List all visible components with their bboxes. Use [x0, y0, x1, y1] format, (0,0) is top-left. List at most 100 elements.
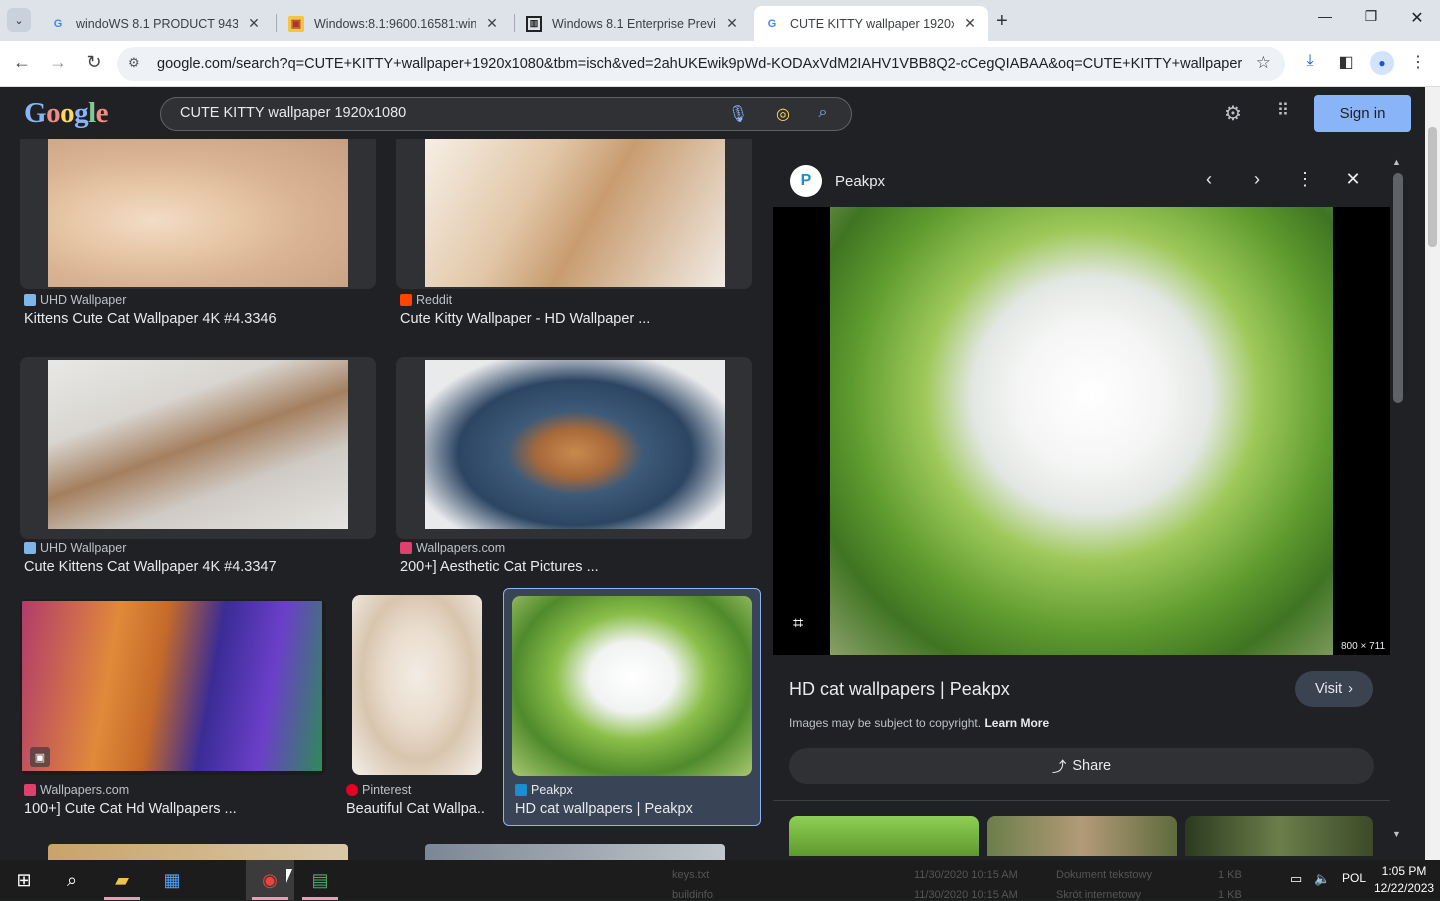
result-title[interactable]: Cute Kitty Wallpaper - HD Wallpaper ... [400, 311, 740, 327]
settings-gear-icon[interactable]: ⚙ [1221, 101, 1245, 126]
kitten-thumbnail[interactable] [48, 360, 348, 529]
google-logo[interactable]: Google [24, 97, 109, 130]
bookmark-star-icon[interactable]: ☆ [1256, 53, 1271, 73]
page-scrollbar-thumb[interactable] [1428, 127, 1437, 247]
favicon-icon [24, 542, 36, 554]
kitten-thumbnail[interactable] [512, 596, 752, 776]
kitten-thumbnail[interactable] [425, 360, 725, 529]
scroll-up-icon[interactable]: ▲ [1392, 157, 1401, 167]
mouse-cursor-icon [286, 869, 292, 883]
result-card-selected[interactable]: Peakpx HD cat wallpapers | Peakpx [503, 588, 761, 826]
restore-icon[interactable]: ❐ [1348, 8, 1394, 25]
search-input[interactable] [180, 105, 700, 121]
tab-3[interactable]: ▥ Windows 8.1 Enterprise Previe ✕ [516, 6, 750, 41]
related-image[interactable] [987, 816, 1177, 856]
result-title[interactable]: Cute Kittens Cat Wallpaper 4K #4.3347 [24, 559, 364, 575]
next-icon[interactable]: › [1245, 169, 1269, 190]
microphone-icon[interactable]: 🎙 [727, 104, 749, 124]
previous-icon[interactable]: ‹ [1197, 169, 1221, 190]
result-card[interactable]: Wallpapers.com 200+] Aesthetic Cat Pictu… [396, 357, 752, 577]
tab-title: windoWS 8.1 PRODUCT 9431 - [76, 16, 238, 31]
result-title[interactable]: HD cat wallpapers | Peakpx [515, 801, 755, 817]
start-windows-icon[interactable]: ⊞ [0, 860, 48, 900]
clock[interactable]: 1:05 PM 12/22/2023 [1374, 863, 1434, 897]
download-icon[interactable]: ⤓ [1298, 52, 1322, 70]
url-text[interactable]: google.com/search?q=CUTE+KITTY+wallpaper… [157, 56, 1242, 72]
favicon-icon [346, 784, 358, 796]
close-window-icon[interactable]: ✕ [1394, 8, 1440, 28]
kitten-thumbnail[interactable] [352, 595, 482, 775]
related-image[interactable] [1185, 816, 1373, 856]
result-card[interactable]: Reddit Cute Kitty Wallpaper - HD Wallpap… [396, 139, 752, 327]
result-card[interactable]: Pinterest Beautiful Cat Wallpa... [346, 595, 486, 821]
tab-4-active[interactable]: G CUTE KITTY wallpaper 1920x10 ✕ [754, 6, 988, 41]
app-window-icon[interactable]: ▤ [296, 860, 344, 900]
preview-kitten-image[interactable] [830, 207, 1333, 655]
store-icon[interactable]: ▦ [148, 860, 196, 900]
result-source: UHD Wallpaper [24, 293, 126, 307]
more-options-icon[interactable]: ⋮ [1293, 169, 1317, 190]
new-tab-icon[interactable]: + [996, 10, 1008, 33]
lens-camera-icon[interactable]: ◎ [772, 104, 794, 124]
scroll-down-icon[interactable]: ▼ [1392, 829, 1401, 839]
background-file-name: buildinfo [672, 889, 713, 901]
search-icon[interactable]: ⌕ [48, 860, 96, 900]
result-card[interactable]: UHD Wallpaper Kittens Cute Cat Wallpaper… [20, 139, 376, 327]
browser-toolbar: ← → ↻ ⚙ google.com/search?q=CUTE+KITTY+w… [0, 41, 1440, 87]
tab-2[interactable]: ▣ Windows:8.1:9600.16581:winbl ✕ [278, 6, 510, 41]
reload-icon[interactable]: ↻ [82, 52, 106, 73]
close-panel-icon[interactable]: ✕ [1341, 169, 1365, 190]
network-icon[interactable]: ▭ [1290, 871, 1302, 887]
page-scrollbar[interactable] [1425, 87, 1440, 860]
apps-grid-icon[interactable]: ⠿ [1271, 101, 1295, 121]
side-panel-icon[interactable]: ◧ [1334, 52, 1358, 72]
share-button[interactable]: ⤴ Share [789, 748, 1374, 784]
panel-source-name[interactable]: Peakpx [835, 173, 885, 190]
kitten-thumbnail[interactable] [425, 139, 725, 287]
search-icon[interactable]: ⌕ [812, 104, 834, 122]
result-title[interactable]: Kittens Cute Cat Wallpaper 4K #4.3346 [24, 311, 364, 327]
result-title[interactable]: 100+] Cute Cat Hd Wallpapers ... [24, 801, 324, 817]
source-label: Reddit [416, 293, 453, 307]
tab-1[interactable]: G windoWS 8.1 PRODUCT 9431 - ✕ [40, 6, 272, 41]
close-tab-icon[interactable]: ✕ [962, 15, 978, 32]
menu-kebab-icon[interactable]: ⋮ [1406, 52, 1430, 72]
google-g-icon: G [767, 17, 777, 30]
close-tab-icon[interactable]: ✕ [246, 15, 262, 32]
minimize-icon[interactable]: — [1302, 8, 1348, 24]
volume-muted-icon[interactable]: 🔈 [1314, 871, 1330, 887]
kitten-thumbnail[interactable] [22, 601, 322, 771]
peakpx-logo-icon: P [790, 165, 822, 197]
thumbnail-frame [512, 596, 752, 776]
search-box[interactable]: 🎙 ◎ ⌕ [160, 97, 852, 131]
address-bar[interactable]: ⚙ google.com/search?q=CUTE+KITTY+wallpap… [117, 47, 1285, 81]
sign-in-button[interactable]: Sign in [1314, 95, 1411, 132]
scrollbar-thumb[interactable] [1393, 173, 1403, 403]
result-title[interactable]: 200+] Aesthetic Cat Pictures ... [400, 559, 740, 575]
tab-search-button[interactable]: ⌄ [7, 8, 31, 32]
result-card-partial[interactable] [48, 844, 348, 860]
result-card[interactable]: ▣ Wallpapers.com 100+] Cute Cat Hd Wallp… [20, 599, 326, 821]
background-file-type: Skrót internetowy [1056, 889, 1141, 901]
site-info-icon[interactable]: ⚙ [128, 55, 140, 71]
related-image[interactable] [789, 816, 979, 856]
language-indicator[interactable]: POL [1342, 871, 1366, 885]
favicon-icon [515, 784, 527, 796]
panel-title[interactable]: HD cat wallpapers | Peakpx [789, 679, 1010, 700]
file-explorer-icon[interactable]: ▰ [98, 860, 146, 900]
kitten-thumbnail[interactable] [48, 139, 348, 287]
close-tab-icon[interactable]: ✕ [724, 15, 740, 32]
thumbnail-frame [352, 595, 482, 775]
forward-icon[interactable]: → [46, 52, 70, 73]
result-card[interactable]: UHD Wallpaper Cute Kittens Cat Wallpaper… [20, 357, 376, 577]
result-title[interactable]: Beautiful Cat Wallpa... [346, 801, 486, 817]
back-icon[interactable]: ← [10, 52, 34, 73]
panel-scrollbar[interactable]: ▲ ▼ [1390, 155, 1406, 860]
learn-more-link[interactable]: Learn More [984, 716, 1049, 730]
result-card-partial[interactable] [425, 844, 725, 860]
profile-avatar-icon[interactable]: ● [1370, 51, 1394, 75]
close-tab-icon[interactable]: ✕ [484, 15, 500, 32]
share-label: Share [1072, 758, 1112, 774]
lens-search-icon[interactable]: ⌗ [793, 613, 803, 634]
visit-button[interactable]: Visit › [1295, 671, 1373, 707]
